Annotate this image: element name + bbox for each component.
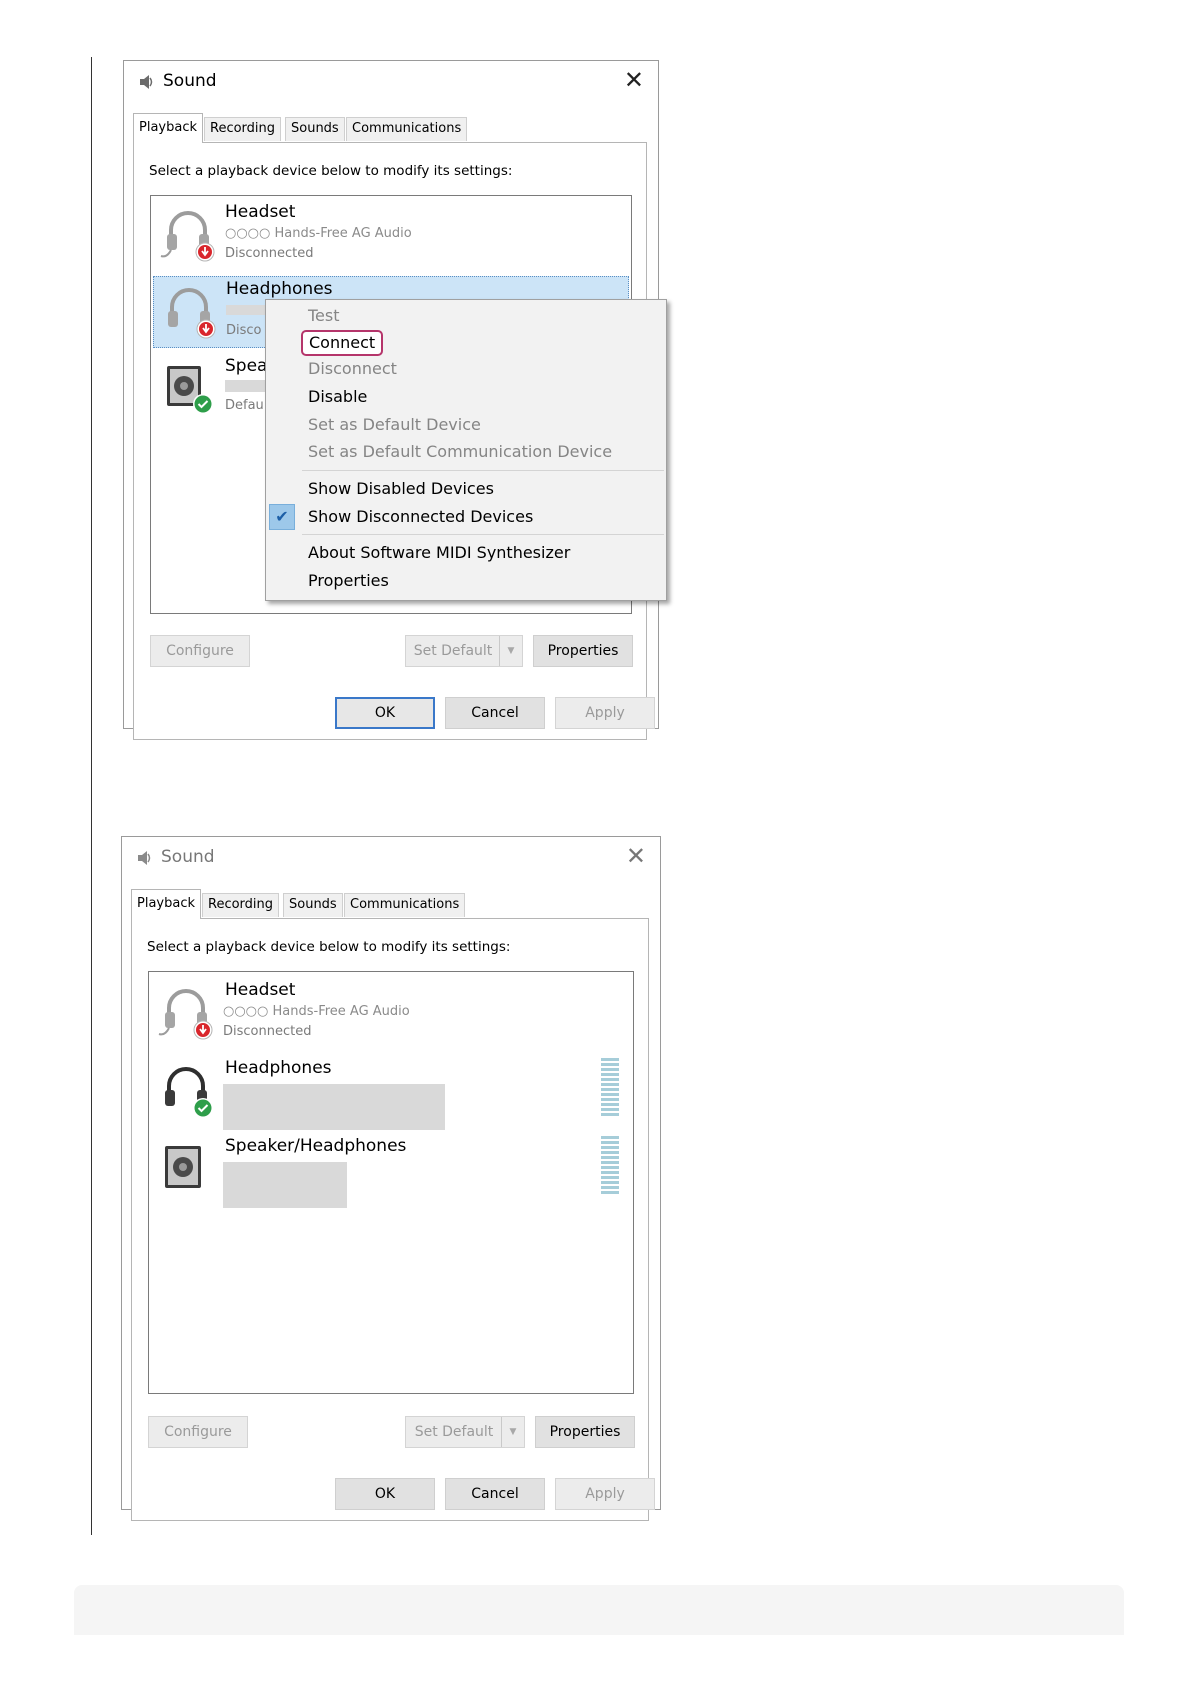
audio-level-meter (601, 1136, 619, 1194)
cancel-button[interactable]: Cancel (445, 697, 545, 729)
instruction-text: Select a playback device below to modify… (147, 939, 511, 955)
menu-separator (302, 534, 664, 535)
title-bar[interactable]: Sound ✕ (124, 61, 658, 103)
device-description: ○○○○ Hands-Free AG Audio (223, 1004, 410, 1019)
instruction-text: Select a playback device below to modify… (149, 163, 513, 179)
tab-sounds[interactable]: Sounds (285, 117, 345, 141)
speaker-app-icon (140, 75, 153, 89)
tab-playback[interactable]: Playback (131, 889, 202, 919)
device-list: Headset ○○○○ Hands-Free AG Audio Disconn… (148, 971, 634, 1394)
tab-sounds[interactable]: Sounds (283, 893, 343, 917)
device-name: Spea (225, 356, 268, 376)
ok-button[interactable]: OK (335, 1478, 435, 1510)
title-bar[interactable]: Sound ✕ (122, 837, 660, 879)
device-name: Headphones (226, 279, 333, 299)
audio-level-meter (601, 1058, 619, 1116)
step-guide-line (91, 57, 92, 1535)
configure-button[interactable]: Configure (148, 1416, 248, 1448)
cancel-button[interactable]: Cancel (445, 1478, 545, 1510)
menu-separator (302, 470, 664, 471)
apply-button[interactable]: Apply (555, 697, 655, 729)
checkmark-icon: ✔ (269, 504, 295, 530)
tab-communications[interactable]: Communications (346, 117, 468, 141)
menu-item-set-default-communication[interactable]: Set as Default Communication Device (308, 441, 612, 463)
headphones-disconnected-icon (168, 288, 216, 339)
ok-button[interactable]: OK (335, 697, 435, 729)
device-item-headphones[interactable]: Headphones (151, 1054, 631, 1130)
tab-recording[interactable]: Recording (202, 893, 280, 917)
device-name: Speaker/Headphones (225, 1136, 407, 1156)
footer-panel (74, 1585, 1124, 1635)
set-default-button[interactable]: Set Default ▼ (405, 1416, 525, 1448)
apply-button[interactable]: Apply (555, 1478, 655, 1510)
menu-item-disable[interactable]: Disable (308, 386, 367, 408)
menu-item-about-midi[interactable]: About Software MIDI Synthesizer (308, 542, 570, 564)
device-status: Disco (226, 323, 262, 338)
chevron-down-icon[interactable]: ▼ (501, 1417, 524, 1447)
tab-recording[interactable]: Recording (204, 117, 282, 141)
device-description: ○○○○ Hands-Free AG Audio (225, 226, 412, 241)
device-item-speaker-headphones[interactable]: Speaker/Headphones (151, 1132, 631, 1212)
headphones-connected-icon (165, 1067, 213, 1118)
tab-communications[interactable]: Communications (344, 893, 466, 917)
menu-item-show-disabled[interactable]: Show Disabled Devices (308, 478, 494, 500)
device-item-headset[interactable]: Headset ○○○○ Hands-Free AG Audio Disconn… (151, 976, 631, 1052)
device-description-redacted (225, 380, 265, 392)
properties-button[interactable]: Properties (535, 1416, 635, 1448)
playback-panel: Select a playback device below to modify… (131, 918, 649, 1521)
menu-item-disconnect[interactable]: Disconnect (308, 358, 397, 380)
speaker-app-icon (138, 851, 151, 865)
device-description-redacted (223, 1084, 445, 1130)
window-title: Sound (161, 847, 215, 867)
device-status: Disconnected (223, 1024, 312, 1039)
device-status: Disconnected (225, 246, 314, 261)
menu-item-show-disconnected[interactable]: Show Disconnected Devices (308, 506, 533, 528)
device-description-redacted (226, 305, 266, 315)
speaker-icon (165, 1146, 201, 1188)
device-name: Headphones (225, 1058, 332, 1078)
chevron-down-icon[interactable]: ▼ (499, 636, 522, 666)
configure-button[interactable]: Configure (150, 635, 250, 667)
speaker-default-icon (167, 366, 213, 414)
set-default-label: Set Default (414, 1424, 494, 1440)
headset-disconnected-icon (160, 211, 215, 262)
device-status: Defau (225, 398, 264, 413)
context-menu: Test Connect Disconnect Disable Set as D… (265, 299, 667, 601)
menu-item-test[interactable]: Test (308, 305, 340, 327)
properties-button[interactable]: Properties (533, 635, 633, 667)
device-item-headset[interactable]: Headset ○○○○ Hands-Free AG Audio Disconn… (153, 198, 629, 274)
menu-item-properties[interactable]: Properties (308, 570, 389, 592)
set-default-button[interactable]: Set Default ▼ (405, 635, 523, 667)
tab-playback[interactable]: Playback (133, 113, 204, 143)
headset-disconnected-icon (158, 989, 213, 1040)
device-name: Headset (225, 980, 296, 1000)
device-name: Headset (225, 202, 296, 222)
sound-dialog-connected: Sound ✕ Playback Recording Sounds Commun… (121, 836, 661, 1521)
close-icon[interactable]: ✕ (626, 843, 646, 869)
set-default-label: Set Default (413, 643, 493, 659)
window-title: Sound (163, 71, 217, 91)
menu-item-set-default-device[interactable]: Set as Default Device (308, 414, 481, 436)
device-description-redacted (223, 1162, 347, 1208)
menu-item-connect[interactable]: Connect (301, 330, 384, 356)
close-icon[interactable]: ✕ (624, 67, 644, 93)
